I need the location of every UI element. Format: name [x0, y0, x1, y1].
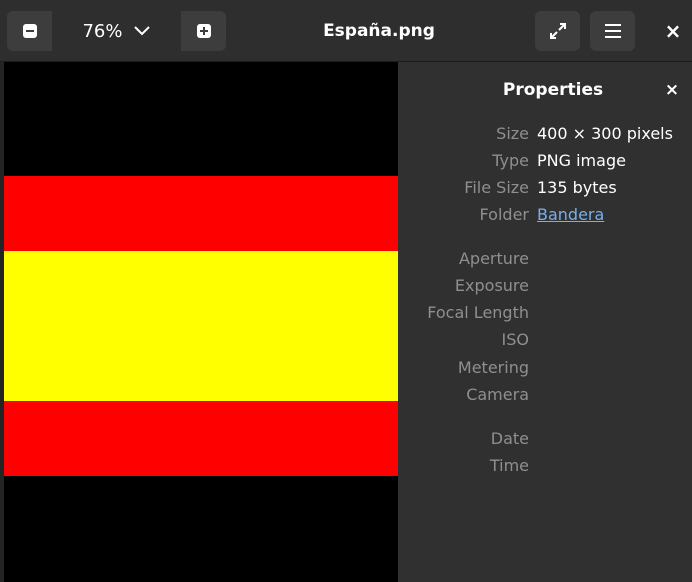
property-camera: Camera [398, 385, 692, 407]
hamburger-menu-icon [604, 24, 621, 38]
folder-link[interactable]: Bandera [537, 205, 604, 224]
header-bar: 76% España.png × [0, 0, 692, 62]
zoom-level-value: 76% [82, 20, 123, 42]
image-canvas[interactable] [4, 62, 398, 582]
property-value: 400 × 300 pixels [537, 124, 673, 143]
zoom-control-group: 76% [7, 11, 226, 51]
property-aperture: Aperture [398, 249, 692, 271]
property-label: Exposure [454, 276, 529, 295]
chevron-down-icon [133, 26, 150, 36]
property-label: Folder [479, 205, 529, 224]
property-label: ISO [501, 330, 529, 349]
property-time: Time [398, 456, 692, 478]
spain-flag-image [4, 176, 398, 476]
flag-stripe-middle-yellow [4, 251, 398, 401]
property-size: Size 400 × 300 pixels [398, 124, 692, 146]
properties-title: Properties [502, 80, 604, 100]
property-file-size: File Size 135 bytes [398, 178, 692, 200]
property-label: Time [489, 456, 529, 475]
property-label: Aperture [458, 249, 529, 268]
property-label: Size [496, 124, 529, 143]
flag-stripe-top-red [4, 176, 398, 251]
close-icon: × [664, 80, 680, 100]
flag-stripe-bottom-red [4, 401, 398, 476]
property-iso: ISO [398, 330, 692, 352]
plus-icon [196, 24, 211, 38]
property-label: Focal Length [427, 303, 529, 322]
properties-close-button[interactable]: × [660, 80, 684, 100]
property-folder: Folder Bandera [398, 205, 692, 227]
zoom-out-button[interactable] [7, 11, 52, 51]
property-value: PNG image [537, 151, 626, 170]
property-label: Metering [457, 358, 529, 377]
property-value: 135 bytes [537, 178, 617, 197]
property-label: Type [492, 151, 529, 170]
main-menu-button[interactable] [590, 11, 635, 51]
close-icon: × [664, 19, 682, 43]
property-type: Type PNG image [398, 151, 692, 173]
property-focal-length: Focal Length [398, 303, 692, 325]
fullscreen-button[interactable] [535, 11, 580, 51]
property-label: Date [490, 429, 529, 448]
zoom-level-dropdown[interactable]: 76% [52, 11, 181, 51]
property-label: File Size [464, 178, 529, 197]
properties-panel: Properties × Size 400 × 300 pixels Type … [398, 62, 692, 582]
minus-icon [22, 24, 37, 38]
window-close-button[interactable]: × [655, 11, 691, 51]
property-metering: Metering [398, 358, 692, 380]
property-label: Camera [466, 385, 529, 404]
window-title: España.png [323, 21, 435, 41]
property-exposure: Exposure [398, 276, 692, 298]
image-viewer-window: 76% España.png × Properties × Size 400 ×… [0, 0, 692, 582]
property-date: Date [398, 429, 692, 451]
expand-icon [549, 23, 566, 39]
zoom-in-button[interactable] [181, 11, 226, 51]
